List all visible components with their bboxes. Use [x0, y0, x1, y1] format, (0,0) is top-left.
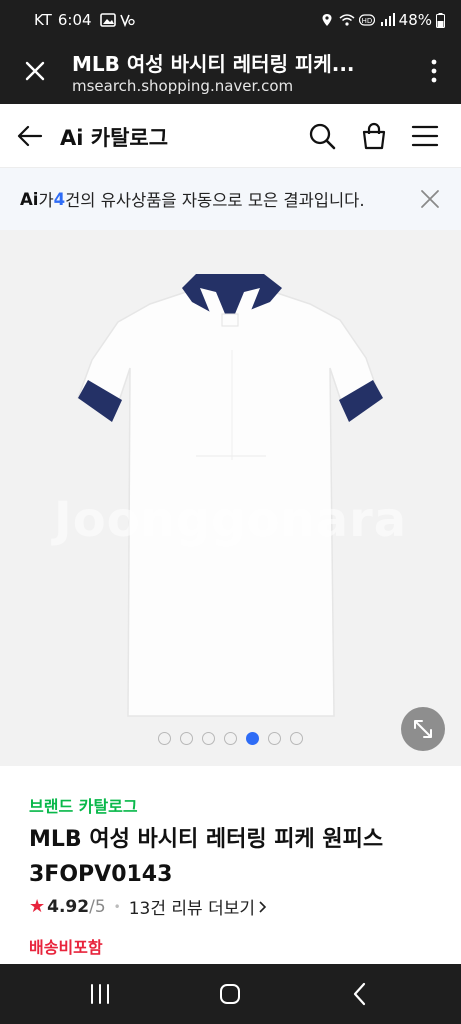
expand-icon — [414, 720, 432, 738]
back-button[interactable] — [14, 120, 46, 152]
expand-image-button[interactable] — [401, 707, 445, 751]
location-icon — [322, 14, 332, 26]
ai-notice-banner: Ai 가 4 건의 유사상품을 자동으로 모은 결과입니다. — [0, 168, 461, 230]
pagination-dot[interactable] — [180, 732, 193, 745]
notice-close-button[interactable] — [415, 184, 445, 214]
hd-icon: HD — [358, 14, 375, 26]
close-icon — [25, 61, 45, 81]
browser-page-title: MLB 여성 바시티 레터링 피케... — [72, 52, 355, 76]
battery-icon — [436, 12, 445, 28]
status-bar: KT 6:04 HD 48% — [0, 0, 461, 40]
nav-back-icon — [353, 982, 366, 1006]
notice-count: 4 — [53, 189, 66, 209]
pagination-dot[interactable] — [290, 732, 303, 745]
battery-percent: 48% — [398, 11, 432, 29]
recents-button[interactable] — [82, 976, 118, 1012]
brand-catalog-link[interactable]: 브랜드 카탈로그 — [29, 793, 138, 817]
search-icon — [309, 123, 336, 150]
browser-menu-button[interactable] — [421, 54, 447, 88]
product-name: MLB 여성 바시티 레터링 피케 원피스 3FOPV0143 — [29, 827, 384, 887]
pagination-dot[interactable] — [224, 732, 237, 745]
menu-button[interactable] — [409, 120, 441, 152]
clock: 6:04 — [57, 11, 92, 29]
gallery-pagination — [0, 732, 461, 745]
more-vert-icon — [431, 59, 437, 83]
notice-prefix: 가 — [38, 191, 54, 210]
pagination-dot[interactable] — [268, 732, 281, 745]
notice-text: 건의 유사상품을 자동으로 모은 결과입니다. — [65, 191, 365, 210]
carrier-label: KT — [34, 11, 52, 29]
arrow-left-icon — [17, 125, 43, 147]
recents-icon — [91, 984, 109, 1004]
home-button[interactable] — [212, 976, 248, 1012]
app-header: Ai 카탈로그 — [0, 104, 461, 168]
browser-tab-bar: MLB 여성 바시티 레터링 피케... msearch.shopping.na… — [0, 40, 461, 104]
system-navigation-bar — [0, 964, 461, 1024]
signal-icon — [380, 13, 395, 26]
search-button[interactable] — [306, 120, 338, 152]
ai-mark: Ai — [20, 189, 39, 209]
rating-row: ★ 4.92 /5 • 13건 리뷰 더보기 — [29, 894, 268, 919]
rating-max: /5 — [89, 896, 106, 917]
separator-dot: • — [113, 899, 121, 914]
review-link[interactable]: 13건 리뷰 더보기 — [129, 894, 255, 919]
watermark: Joonggonara — [53, 492, 408, 548]
home-icon — [220, 984, 240, 1004]
hamburger-menu-icon — [411, 125, 439, 147]
pagination-dot[interactable] — [158, 732, 171, 745]
star-icon: ★ — [29, 896, 46, 917]
rating-score: 4.92 — [47, 896, 90, 917]
pagination-dot[interactable] — [202, 732, 215, 745]
volte-icon — [119, 14, 135, 27]
svg-text:HD: HD — [361, 17, 372, 25]
wifi-icon — [339, 14, 355, 26]
nav-back-button[interactable] — [342, 976, 378, 1012]
page-title: Ai 카탈로그 — [60, 126, 169, 150]
shopping-bag-icon — [362, 122, 386, 150]
close-icon — [421, 190, 439, 208]
gallery-notification-icon — [99, 13, 116, 27]
product-gallery[interactable]: Joonggonara — [0, 230, 461, 766]
shipping-label: 배송비포함 — [29, 938, 103, 957]
close-tab-button[interactable] — [18, 54, 52, 88]
product-info: 브랜드 카탈로그 MLB 여성 바시티 레터링 피케 원피스 3FOPV0143… — [0, 766, 461, 964]
pagination-dot[interactable] — [246, 732, 259, 745]
cart-button[interactable] — [358, 120, 390, 152]
chevron-right-icon — [259, 900, 267, 913]
browser-url[interactable]: msearch.shopping.naver.com — [72, 77, 293, 95]
